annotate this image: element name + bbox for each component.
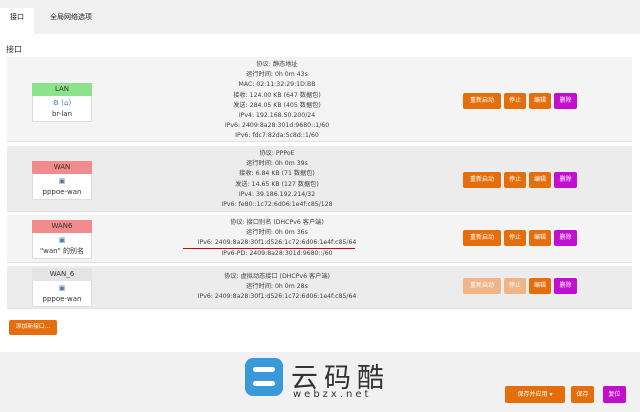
interface-row-wan: WAN ▣ pppoe-wan 协议: PPPoE 运行时间: 0h 0m 39… <box>7 146 632 212</box>
interface-device: br-lan <box>51 110 73 118</box>
interface-row-lan: LAN ⚙ (⌂) br-lan 协议: 静态地址 运行时间: 0h 0m 43… <box>7 57 632 142</box>
edit-button[interactable]: 编辑 <box>529 278 551 294</box>
restart-button[interactable]: 重新启动 <box>463 230 501 246</box>
watermark: 云码酷 webzx.net <box>245 356 395 406</box>
watermark-url: webzx.net <box>293 389 372 400</box>
stop-button[interactable]: 停止 <box>504 230 526 246</box>
interfaces-panel: 接口 LAN ⚙ (⌂) br-lan 协议: 静态地址 运行时间: 0h 0m… <box>0 34 640 352</box>
interface-name: WAN_6 <box>32 268 92 281</box>
add-interface-button[interactable]: 添加新接口... <box>9 320 57 335</box>
delete-button[interactable]: 删除 <box>554 93 577 109</box>
delete-button[interactable]: 删除 <box>554 230 577 246</box>
stop-button[interactable]: 停止 <box>504 172 526 188</box>
section-title: 接口 <box>6 45 22 54</box>
tab-bar: 接口 全局网络选项 <box>0 0 640 34</box>
delete-button[interactable]: 删除 <box>554 278 577 294</box>
edit-button[interactable]: 编辑 <box>529 230 551 246</box>
interface-row-wan_6: WAN_6 ▣ pppoe-wan 协议: 虚拟动态接口 (DHCPv6 客户端… <box>7 266 632 309</box>
watermark-logo-icon <box>245 358 283 396</box>
tab-global-network-options[interactable]: 全局网络选项 <box>42 8 100 26</box>
delete-button[interactable]: 删除 <box>554 172 577 188</box>
row-actions-lan: 重新启动 停止 编辑 删除 <box>463 93 577 109</box>
edit-button[interactable]: 编辑 <box>529 172 551 188</box>
network-device-icon: ⚙ (⌂) <box>52 99 72 107</box>
interface-device: pppoe-wan <box>42 295 82 303</box>
restart-button[interactable]: 重新启动 <box>463 278 501 294</box>
interface-status-wan6: 协议: 接口别名 (DHCPv6 客户端) 运行时间: 0h 0m 36s IP… <box>197 219 357 257</box>
restart-button[interactable]: 重新启动 <box>463 172 501 188</box>
save-and-apply-button[interactable]: 保存并应用 ▾ <box>505 386 565 403</box>
interface-device: "wan" 的别名 <box>39 247 85 255</box>
interface-status-wan: 协议: PPPoE 运行时间: 0h 0m 39s 接收: 6.84 KB (7… <box>221 150 333 209</box>
interface-badge-wan_6[interactable]: WAN_6 ▣ pppoe-wan <box>32 268 92 307</box>
interface-row-wan6: WAN6 ▣ "wan" 的别名 协议: 接口别名 (DHCPv6 客户端) 运… <box>7 215 632 263</box>
interface-device: pppoe-wan <box>42 188 82 196</box>
stop-button[interactable]: 停止 <box>504 93 526 109</box>
edit-button[interactable]: 编辑 <box>529 93 551 109</box>
row-actions-wan6: 重新启动 停止 编辑 删除 <box>463 230 577 246</box>
reset-button[interactable]: 复位 <box>603 386 626 403</box>
network-device-icon: ▣ <box>58 236 66 244</box>
interface-status-wan_6: 协议: 虚拟动态接口 (DHCPv6 客户端) 运行时间: 0h 0m 28s … <box>197 273 357 301</box>
stop-button[interactable]: 停止 <box>504 278 526 294</box>
network-device-icon: ▣ <box>58 177 66 185</box>
interface-badge-wan[interactable]: WAN ▣ pppoe-wan <box>32 161 92 200</box>
tab-interfaces[interactable]: 接口 <box>0 8 34 34</box>
interface-badge-lan[interactable]: LAN ⚙ (⌂) br-lan <box>32 83 92 122</box>
interface-status-lan: 协议: 静态地址 运行时间: 0h 0m 43s MAC: 02:11:32:2… <box>224 61 330 140</box>
interface-badge-wan6[interactable]: WAN6 ▣ "wan" 的别名 <box>32 220 92 259</box>
interface-name: WAN6 <box>32 220 92 233</box>
interface-name: WAN <box>32 161 92 174</box>
row-actions-wan_6: 重新启动 停止 编辑 删除 <box>463 278 577 294</box>
network-device-icon: ▣ <box>58 284 66 292</box>
red-underline-annotation <box>183 248 355 249</box>
save-button[interactable]: 保存 <box>571 386 594 403</box>
interface-name: LAN <box>32 83 92 96</box>
row-actions-wan: 重新启动 停止 编辑 删除 <box>463 172 577 188</box>
restart-button[interactable]: 重新启动 <box>463 93 501 109</box>
